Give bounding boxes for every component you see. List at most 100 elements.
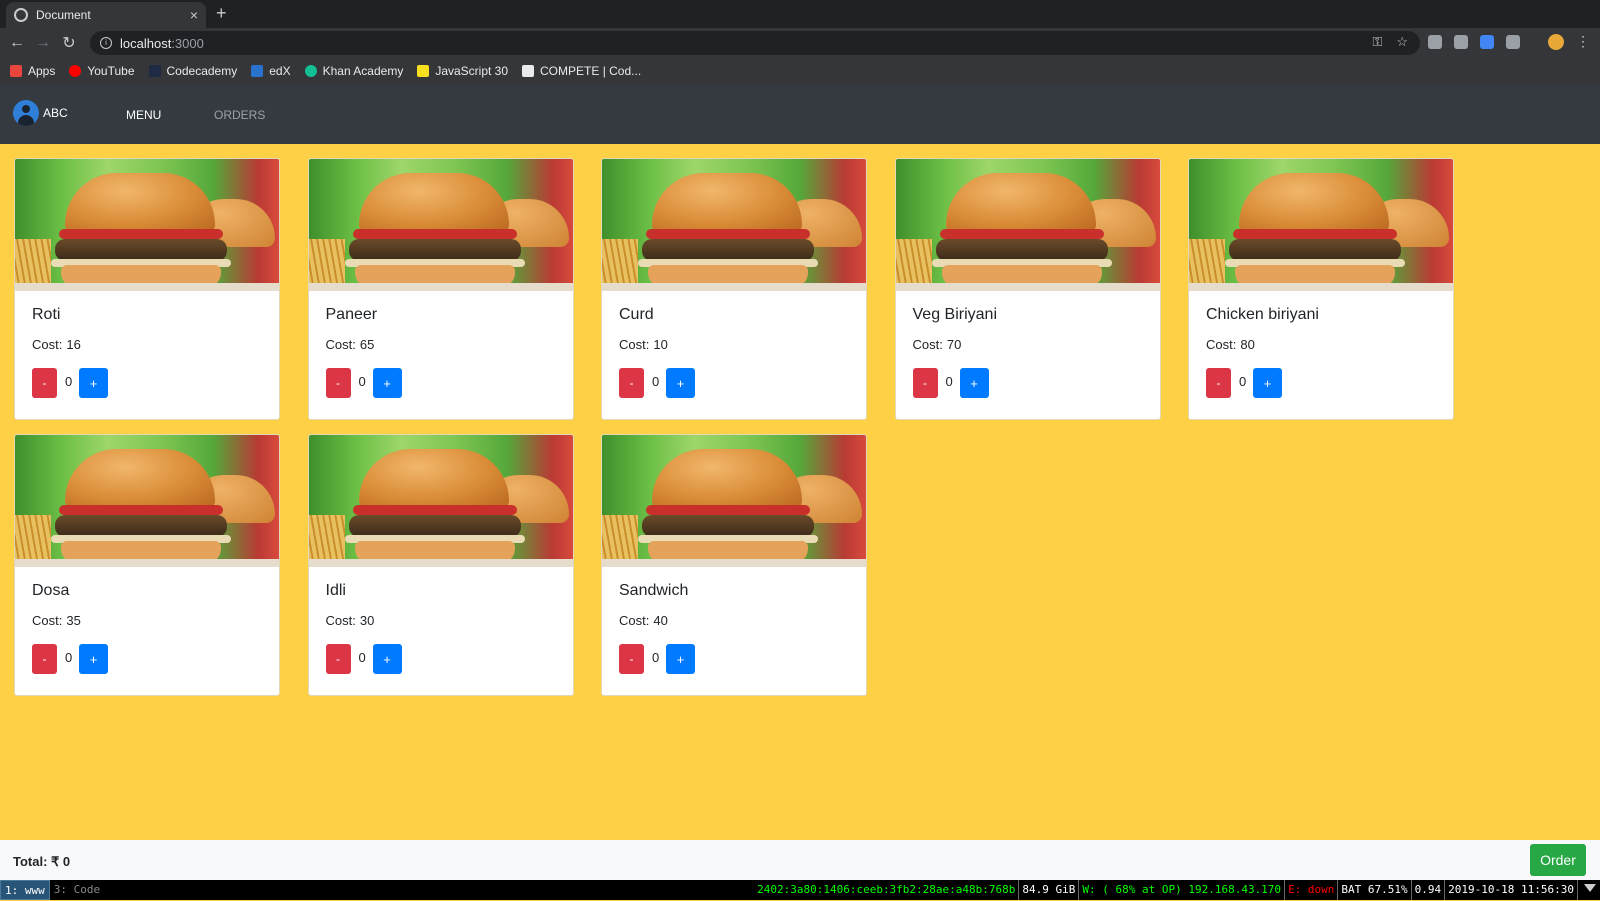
cost-value: 40 <box>653 613 668 628</box>
order-button[interactable]: Order <box>1530 844 1586 876</box>
increase-button[interactable]: + <box>666 644 695 674</box>
user-icon <box>13 100 39 126</box>
increase-button[interactable]: + <box>372 368 402 398</box>
codecademy-icon <box>148 65 161 77</box>
more-options-icon[interactable]: ⋮ <box>1576 33 1590 50</box>
order-footer: Total: ₹ 0 Order <box>0 840 1600 880</box>
codechef-icon <box>522 65 535 77</box>
quantity-value: 0 <box>945 374 953 389</box>
increase-button[interactable]: + <box>79 368 108 398</box>
close-tab-icon[interactable]: × <box>190 7 198 23</box>
tray-dropdown-icon[interactable] <box>1584 884 1596 892</box>
decrease-button[interactable]: - <box>325 644 351 674</box>
burger-image <box>308 159 573 291</box>
extension-icons: ⋮ <box>1428 33 1590 50</box>
nav-menu-link[interactable]: MENU <box>126 108 161 122</box>
quantity-value: 0 <box>65 650 73 665</box>
increase-button[interactable]: + <box>959 368 989 398</box>
order-total: Total: ₹ 0 <box>13 854 71 869</box>
burger-image <box>15 159 279 291</box>
extension-icon[interactable] <box>1454 34 1468 49</box>
wifi-status: W: ( 68% at OP) 192.168.43.170 <box>1079 880 1286 900</box>
decrease-button[interactable]: - <box>32 644 57 674</box>
increase-button[interactable]: + <box>1253 368 1282 398</box>
menu-card: Roti Cost: 16 - 0 + <box>14 158 280 420</box>
bookmark-compete[interactable]: COMPETE | Cod... <box>522 64 641 78</box>
dish-cost: Cost: 16 <box>32 337 81 352</box>
address-bar[interactable]: i localhost:3000 ⚿ ☆ <box>90 31 1420 55</box>
decrease-button[interactable]: - <box>619 368 644 398</box>
bookmarks-bar: Apps YouTube Codecademy edX Khan Academy… <box>0 58 1600 84</box>
menu-card: Idli Cost: 30 - 0 + <box>307 434 574 696</box>
bookmark-edx[interactable]: edX <box>251 64 291 78</box>
url-port: :3000 <box>171 35 204 51</box>
cost-value: 10 <box>653 337 668 352</box>
cost-label: Cost: <box>325 613 356 628</box>
burger-image <box>308 435 573 567</box>
quantity-value: 0 <box>652 650 660 665</box>
cost-label: Cost: <box>912 337 943 352</box>
datetime: 2019-10-18 11:56:30 <box>1445 880 1578 900</box>
app-navbar: ABC MENU ORDERS <box>0 84 1600 144</box>
bookmark-khan-academy[interactable]: Khan Academy <box>304 64 403 78</box>
brand[interactable]: ABC <box>13 100 68 126</box>
browser-tab[interactable]: Document × <box>6 2 206 28</box>
menu-card: Veg Biriyani Cost: 70 - 0 + <box>894 158 1161 420</box>
url-host: localhost <box>120 35 172 51</box>
quantity-value: 0 <box>652 374 660 389</box>
increase-button[interactable]: + <box>79 644 108 674</box>
dish-name: Curd <box>619 306 654 323</box>
disk-space: 84.9 GiB <box>1019 880 1080 900</box>
extension-icon[interactable] <box>1428 34 1442 49</box>
star-icon[interactable]: ☆ <box>1396 34 1408 50</box>
increase-button[interactable]: + <box>372 644 402 674</box>
decrease-button[interactable]: - <box>619 644 644 674</box>
youtube-icon <box>69 65 82 77</box>
bookmark-codecademy[interactable]: Codecademy <box>148 64 237 78</box>
extension-icon[interactable] <box>1506 34 1520 49</box>
reload-icon[interactable]: ↻ <box>56 33 82 53</box>
cost-label: Cost: <box>619 613 650 628</box>
decrease-button[interactable]: - <box>912 368 938 398</box>
khan-academy-icon <box>304 65 317 77</box>
cost-label: Cost: <box>325 337 356 352</box>
apps-grid-icon <box>10 65 22 77</box>
forward-arrow-icon[interactable]: → <box>30 34 56 52</box>
bookmark-javascript30[interactable]: JavaScript 30 <box>417 64 508 78</box>
bookmark-apps[interactable]: Apps <box>10 64 55 78</box>
extension-icon[interactable] <box>1480 34 1494 49</box>
decrease-button[interactable]: - <box>32 368 57 398</box>
cost-value: 35 <box>66 613 81 628</box>
back-arrow-icon[interactable]: ← <box>4 34 30 52</box>
dish-name: Paneer <box>325 306 378 323</box>
menu-card: Curd Cost: 10 - 0 + <box>601 158 867 420</box>
dish-name: Idli <box>325 582 346 599</box>
bookmark-youtube[interactable]: YouTube <box>69 64 135 78</box>
dish-cost: Cost: 30 <box>326 613 375 628</box>
cost-label: Cost: <box>1206 337 1237 352</box>
cost-value: 65 <box>359 337 375 352</box>
info-icon[interactable]: i <box>100 37 112 49</box>
menu-card: Chicken biriyani Cost: 80 - 0 + <box>1188 158 1454 420</box>
quantity-value: 0 <box>65 374 73 389</box>
key-icon[interactable]: ⚿ <box>1372 34 1382 50</box>
decrease-button[interactable]: - <box>325 368 351 398</box>
cost-label: Cost: <box>32 337 63 352</box>
increase-button[interactable]: + <box>666 368 695 398</box>
system-statusbar: 1: www 3: Code 2402:3a80:1406:ceeb:3fb2:… <box>0 880 1600 900</box>
workspace-3[interactable]: 3: Code <box>50 880 104 900</box>
cpu-load: 0.94 <box>1412 880 1446 900</box>
tab-title: Document <box>36 8 91 22</box>
burger-image <box>895 159 1160 291</box>
burger-image <box>602 159 866 291</box>
burger-image <box>1189 159 1453 291</box>
decrease-button[interactable]: - <box>1206 368 1231 398</box>
nav-orders-link[interactable]: ORDERS <box>214 108 265 122</box>
new-tab-button[interactable]: + <box>216 3 227 24</box>
ethernet-status: E: down <box>1285 880 1339 900</box>
profile-avatar-icon[interactable] <box>1548 33 1564 50</box>
browser-tabstrip: Document × + <box>0 0 1600 28</box>
globe-icon <box>14 8 28 22</box>
workspace-1[interactable]: 1: www <box>0 880 50 900</box>
cost-value: 80 <box>1240 337 1255 352</box>
